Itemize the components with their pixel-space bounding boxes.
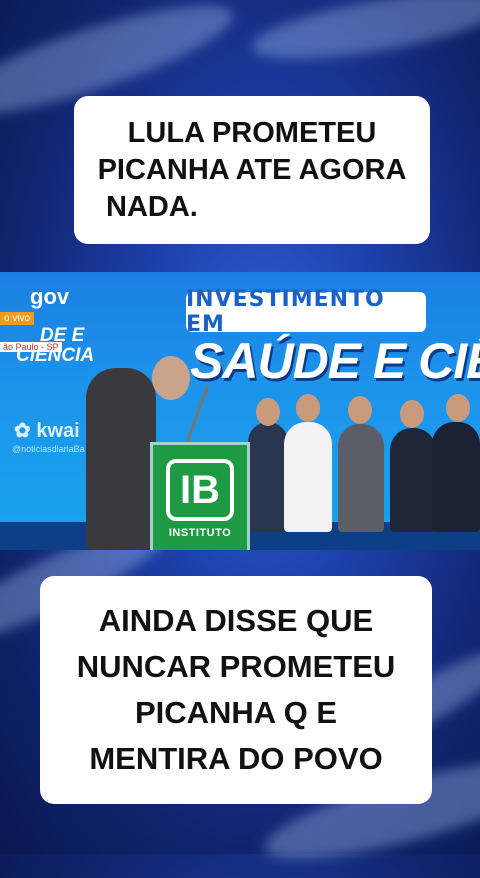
person-head bbox=[446, 394, 470, 422]
speaker bbox=[86, 368, 156, 550]
seated-person bbox=[338, 424, 384, 532]
bottom-caption: AINDA DISSE QUE NUNCAR PROMETEU PICANHA … bbox=[40, 576, 432, 804]
video-frame[interactable]: gov o vivo DE E CIÊNCIA ão Paulo - SP IN… bbox=[0, 272, 480, 550]
person-head bbox=[296, 394, 320, 422]
event-logo: gov o vivo DE E CIÊNCIA ão Paulo - SP bbox=[0, 284, 120, 366]
kwai-watermark: ✿ kwai bbox=[14, 418, 80, 443]
bottom-caption-line: AINDA DISSE QUE bbox=[98, 603, 374, 638]
podium-label: INSTITUTO bbox=[168, 527, 232, 539]
speaker-head bbox=[152, 356, 190, 400]
person-head bbox=[400, 400, 424, 428]
person-head bbox=[256, 398, 280, 426]
gov-label: gov bbox=[30, 284, 70, 309]
seated-person bbox=[432, 422, 480, 532]
top-caption-line: NADA. bbox=[106, 190, 198, 223]
top-caption-line: PICANHA ATE AGORA bbox=[97, 153, 407, 186]
location-tag: ão Paulo - SP bbox=[0, 342, 62, 352]
seated-person bbox=[248, 422, 288, 532]
institute-logo: IB bbox=[166, 459, 234, 521]
top-caption-line: LULA PROMETEU bbox=[127, 116, 377, 149]
banner-title: INVESTIMENTO EM bbox=[186, 287, 426, 337]
seated-person bbox=[390, 428, 436, 532]
top-caption: LULA PROMETEU PICANHA ATE AGORA NADA. bbox=[74, 96, 430, 244]
live-tag: o vivo bbox=[0, 312, 35, 325]
person-head bbox=[348, 396, 372, 424]
kwai-icon: ✿ bbox=[14, 420, 31, 442]
bottom-caption-line: PICANHA Q E bbox=[134, 695, 338, 730]
podium: IB INSTITUTO bbox=[150, 442, 250, 550]
kwai-label: kwai bbox=[36, 420, 80, 442]
watermark-user: @noticiasdiariaBa bbox=[12, 444, 85, 454]
bottom-caption-line: NUNCAR PROMETEU bbox=[76, 649, 396, 684]
microphone bbox=[185, 385, 210, 443]
background-streak bbox=[247, 0, 480, 73]
bottom-caption-line: MENTIRA DO POVO bbox=[89, 741, 383, 776]
big-title: SAÚDE E CIÊN bbox=[190, 333, 480, 389]
seated-person bbox=[284, 422, 332, 532]
